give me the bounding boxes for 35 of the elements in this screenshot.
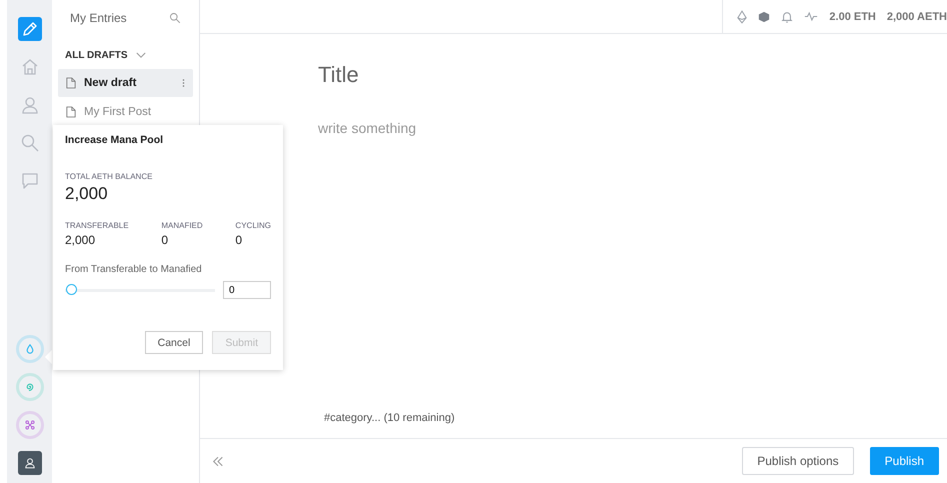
cube-icon[interactable] (758, 10, 770, 22)
slider-label: From Transferable to Manafied (65, 264, 203, 275)
activity-icon[interactable] (804, 11, 818, 22)
network-icon[interactable] (16, 411, 44, 439)
draft-item[interactable]: New draft (58, 69, 193, 97)
document-icon (66, 106, 76, 118)
popover-title: Increase Mana Pool (65, 134, 164, 146)
slider-thumb[interactable] (66, 284, 77, 295)
draft-item[interactable]: My First Post (58, 98, 193, 126)
stat-value: 0 (235, 233, 244, 247)
bell-icon[interactable] (781, 10, 794, 24)
eth-balance: 2.00 ETH (829, 10, 876, 22)
stat-label: CYCLING (235, 221, 271, 230)
cancel-button[interactable]: Cancel (144, 331, 204, 354)
balance-value: 2,000 (65, 184, 109, 204)
document-icon (66, 77, 76, 89)
stat-label: TRANSFERABLE (65, 221, 129, 230)
stat-value: 2,000 (65, 233, 96, 247)
options-button[interactable]: Publish options (742, 447, 854, 475)
collapse-icon[interactable] (212, 456, 224, 466)
search-icon[interactable] (169, 12, 181, 24)
avatar-icon[interactable] (18, 451, 42, 475)
balance-label: TOTAL AETH BALANCE (65, 172, 154, 181)
more-icon[interactable] (182, 78, 185, 88)
amount-field[interactable]: 0 (223, 281, 271, 299)
stat-value: 0 (161, 233, 170, 247)
section-title: ALL DRAFTS (65, 50, 128, 61)
panel-title: My Entries (70, 11, 127, 25)
diamond-icon[interactable] (737, 10, 748, 24)
aeth-balance: 2,000 AETH (886, 10, 947, 22)
stat-label: MANAFIED (161, 221, 203, 230)
pencil-icon[interactable] (18, 17, 42, 41)
chevron-icon[interactable] (136, 52, 146, 59)
drop-icon[interactable] (16, 335, 44, 363)
spiral-icon[interactable] (16, 373, 44, 401)
